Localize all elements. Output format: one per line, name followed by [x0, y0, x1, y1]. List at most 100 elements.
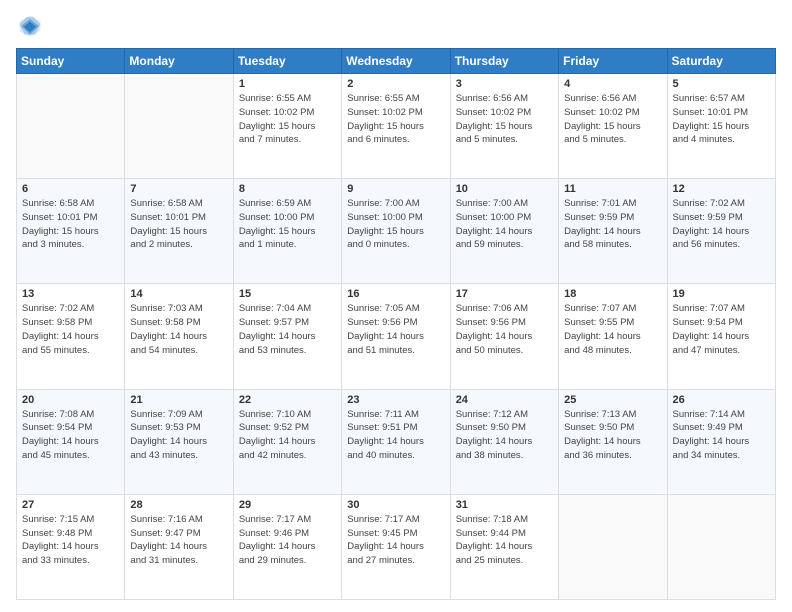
day-number: 16 [347, 288, 444, 300]
week-row-2: 6 Sunrise: 6:58 AM Sunset: 10:01 PM Dayli… [17, 179, 776, 284]
day-number: 5 [673, 78, 770, 90]
day-number: 11 [564, 183, 661, 195]
calendar-cell: 19Sunrise: 7:07 AM Sunset: 9:54 PM Dayli… [667, 284, 775, 389]
day-number: 22 [239, 394, 336, 406]
calendar-cell [667, 494, 775, 599]
calendar-cell: 13 Sunrise: 7:02 AM Sunset: 9:58 PM Dayli… [17, 284, 125, 389]
calendar-cell: 14 Sunrise: 7:03 AM Sunset: 9:58 PM Dayli… [125, 284, 233, 389]
calendar-cell: 27 Sunrise: 7:15 AM Sunset: 9:48 PM Dayli… [17, 494, 125, 599]
day-number: 6 [22, 183, 119, 195]
logo-icon [16, 12, 44, 40]
calendar-cell: 20Sunrise: 7:08 AM Sunset: 9:54 PM Dayli… [17, 389, 125, 494]
calendar-cell: 25 Sunrise: 7:13 AM Sunset: 9:50 PM Dayli… [559, 389, 667, 494]
calendar-cell: 9 Sunrise: 7:00 AM Sunset: 10:00 PM Dayli… [342, 179, 450, 284]
calendar-cell: 12Sunrise: 7:02 AM Sunset: 9:59 PM Dayli… [667, 179, 775, 284]
week-row-1: 1 Sunrise: 6:55 AM Sunset: 10:02 PM Dayli… [17, 74, 776, 179]
day-info: Sunrise: 7:00 AM Sunset: 10:00 PM Daylig… [456, 197, 553, 252]
day-info: Sunrise: 7:03 AM Sunset: 9:58 PM Dayligh… [130, 302, 227, 357]
day-info: Sunrise: 7:17 AM Sunset: 9:45 PM Dayligh… [347, 513, 444, 568]
day-info: Sunrise: 6:57 AM Sunset: 10:01 PM Daylig… [673, 92, 770, 147]
calendar-cell: 18 Sunrise: 7:07 AM Sunset: 9:55 PM Dayli… [559, 284, 667, 389]
day-info: Sunrise: 7:15 AM Sunset: 9:48 PM Dayligh… [22, 513, 119, 568]
day-info: Sunrise: 7:02 AM Sunset: 9:59 PM Dayligh… [673, 197, 770, 252]
day-number: 20 [22, 394, 119, 406]
day-number: 23 [347, 394, 444, 406]
calendar-cell: 28 Sunrise: 7:16 AM Sunset: 9:47 PM Dayli… [125, 494, 233, 599]
calendar-cell: 16 Sunrise: 7:05 AM Sunset: 9:56 PM Dayli… [342, 284, 450, 389]
calendar-cell: 7Sunrise: 6:58 AM Sunset: 10:01 PM Dayli… [125, 179, 233, 284]
day-number: 25 [564, 394, 661, 406]
day-number: 17 [456, 288, 553, 300]
day-info: Sunrise: 7:07 AM Sunset: 9:55 PM Dayligh… [564, 302, 661, 357]
calendar-cell [125, 74, 233, 179]
logo [16, 12, 48, 40]
calendar-cell: 4 Sunrise: 6:56 AM Sunset: 10:02 PM Dayli… [559, 74, 667, 179]
day-info: Sunrise: 7:11 AM Sunset: 9:51 PM Dayligh… [347, 408, 444, 463]
day-number: 24 [456, 394, 553, 406]
calendar-cell: 11 Sunrise: 7:01 AM Sunset: 9:59 PM Dayli… [559, 179, 667, 284]
day-number: 13 [22, 288, 119, 300]
day-info: Sunrise: 7:18 AM Sunset: 9:44 PM Dayligh… [456, 513, 553, 568]
day-info: Sunrise: 7:04 AM Sunset: 9:57 PM Dayligh… [239, 302, 336, 357]
day-number: 27 [22, 499, 119, 511]
day-number: 15 [239, 288, 336, 300]
weekday-header-tuesday: Tuesday [233, 49, 341, 74]
calendar-cell: 29 Sunrise: 7:17 AM Sunset: 9:46 PM Dayli… [233, 494, 341, 599]
day-info: Sunrise: 6:56 AM Sunset: 10:02 PM Daylig… [564, 92, 661, 147]
calendar-cell [559, 494, 667, 599]
calendar-cell: 24 Sunrise: 7:12 AM Sunset: 9:50 PM Dayli… [450, 389, 558, 494]
weekday-header-monday: Monday [125, 49, 233, 74]
day-number: 9 [347, 183, 444, 195]
day-number: 8 [239, 183, 336, 195]
day-info: Sunrise: 7:17 AM Sunset: 9:46 PM Dayligh… [239, 513, 336, 568]
calendar-cell: 22 Sunrise: 7:10 AM Sunset: 9:52 PM Dayli… [233, 389, 341, 494]
day-info: Sunrise: 7:14 AM Sunset: 9:49 PM Dayligh… [673, 408, 770, 463]
day-info: Sunrise: 7:10 AM Sunset: 9:52 PM Dayligh… [239, 408, 336, 463]
calendar-cell: 30 Sunrise: 7:17 AM Sunset: 9:45 PM Dayli… [342, 494, 450, 599]
weekday-header-saturday: Saturday [667, 49, 775, 74]
weekday-header-wednesday: Wednesday [342, 49, 450, 74]
calendar-cell: 15 Sunrise: 7:04 AM Sunset: 9:57 PM Dayli… [233, 284, 341, 389]
day-number: 4 [564, 78, 661, 90]
day-info: Sunrise: 6:58 AM Sunset: 10:01 PM Daylig… [130, 197, 227, 252]
calendar-cell: 23 Sunrise: 7:11 AM Sunset: 9:51 PM Dayli… [342, 389, 450, 494]
calendar-cell: 8 Sunrise: 6:59 AM Sunset: 10:00 PM Dayli… [233, 179, 341, 284]
day-number: 28 [130, 499, 227, 511]
week-row-4: 20Sunrise: 7:08 AM Sunset: 9:54 PM Dayli… [17, 389, 776, 494]
calendar-cell: 5 Sunrise: 6:57 AM Sunset: 10:01 PM Dayli… [667, 74, 775, 179]
day-info: Sunrise: 7:05 AM Sunset: 9:56 PM Dayligh… [347, 302, 444, 357]
day-info: Sunrise: 7:00 AM Sunset: 10:00 PM Daylig… [347, 197, 444, 252]
day-info: Sunrise: 6:55 AM Sunset: 10:02 PM Daylig… [347, 92, 444, 147]
calendar-cell: 21Sunrise: 7:09 AM Sunset: 9:53 PM Dayli… [125, 389, 233, 494]
day-number: 29 [239, 499, 336, 511]
day-info: Sunrise: 7:12 AM Sunset: 9:50 PM Dayligh… [456, 408, 553, 463]
day-info: Sunrise: 7:06 AM Sunset: 9:56 PM Dayligh… [456, 302, 553, 357]
day-info: Sunrise: 6:59 AM Sunset: 10:00 PM Daylig… [239, 197, 336, 252]
weekday-header-row: SundayMondayTuesdayWednesdayThursdayFrid… [17, 49, 776, 74]
calendar-cell: 1 Sunrise: 6:55 AM Sunset: 10:02 PM Dayli… [233, 74, 341, 179]
day-number: 2 [347, 78, 444, 90]
day-number: 18 [564, 288, 661, 300]
day-info: Sunrise: 7:09 AM Sunset: 9:53 PM Dayligh… [130, 408, 227, 463]
day-number: 1 [239, 78, 336, 90]
calendar-cell: 2 Sunrise: 6:55 AM Sunset: 10:02 PM Dayli… [342, 74, 450, 179]
day-number: 30 [347, 499, 444, 511]
header [16, 12, 776, 40]
day-info: Sunrise: 7:13 AM Sunset: 9:50 PM Dayligh… [564, 408, 661, 463]
calendar-cell: 17 Sunrise: 7:06 AM Sunset: 9:56 PM Dayli… [450, 284, 558, 389]
day-number: 10 [456, 183, 553, 195]
calendar-table: SundayMondayTuesdayWednesdayThursdayFrid… [16, 48, 776, 600]
page: SundayMondayTuesdayWednesdayThursdayFrid… [0, 0, 792, 612]
day-info: Sunrise: 7:01 AM Sunset: 9:59 PM Dayligh… [564, 197, 661, 252]
week-row-5: 27 Sunrise: 7:15 AM Sunset: 9:48 PM Dayli… [17, 494, 776, 599]
calendar-cell: 10 Sunrise: 7:00 AM Sunset: 10:00 PM Dayl… [450, 179, 558, 284]
day-info: Sunrise: 7:16 AM Sunset: 9:47 PM Dayligh… [130, 513, 227, 568]
day-info: Sunrise: 6:55 AM Sunset: 10:02 PM Daylig… [239, 92, 336, 147]
calendar-cell: 6Sunrise: 6:58 AM Sunset: 10:01 PM Dayli… [17, 179, 125, 284]
day-number: 26 [673, 394, 770, 406]
calendar-cell: 3Sunrise: 6:56 AM Sunset: 10:02 PM Dayli… [450, 74, 558, 179]
weekday-header-sunday: Sunday [17, 49, 125, 74]
day-number: 14 [130, 288, 227, 300]
day-info: Sunrise: 7:02 AM Sunset: 9:58 PM Dayligh… [22, 302, 119, 357]
calendar-cell: 26 Sunrise: 7:14 AM Sunset: 9:49 PM Dayli… [667, 389, 775, 494]
